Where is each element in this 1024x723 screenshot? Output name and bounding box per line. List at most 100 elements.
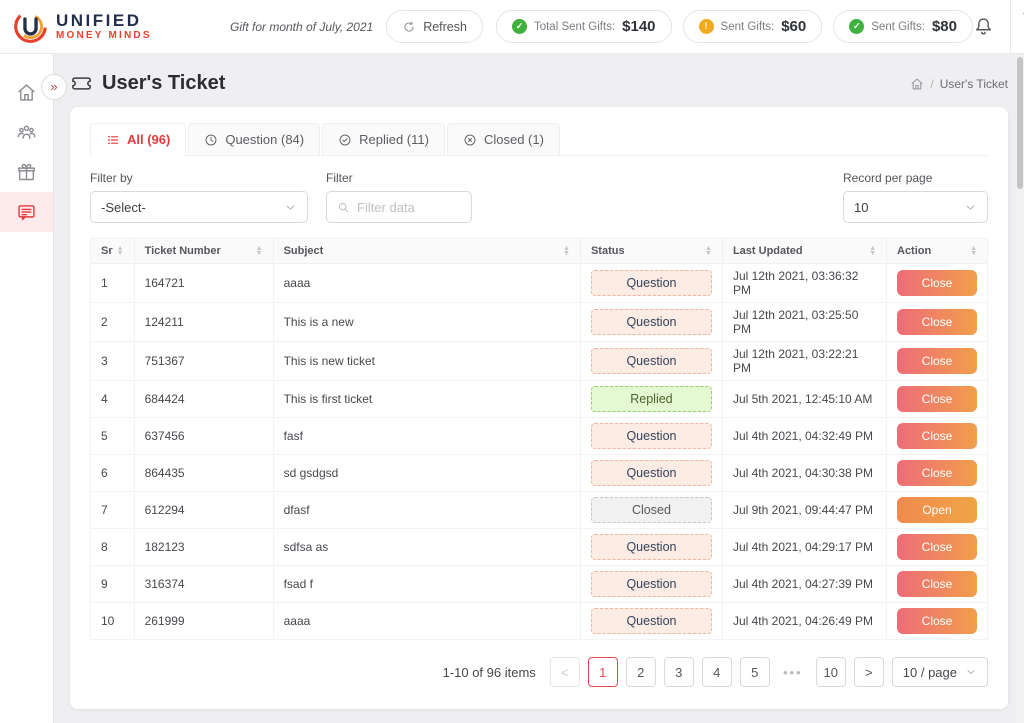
- page-title: User's Ticket: [102, 72, 225, 95]
- cell-last-updated: Jul 4th 2021, 04:27:39 PM: [722, 566, 886, 603]
- cell-subject: aaaa: [273, 603, 580, 640]
- close-ticket-button[interactable]: Close: [897, 571, 977, 597]
- status-badge: Question: [591, 608, 712, 634]
- filter-input[interactable]: [357, 200, 461, 215]
- tab-closed[interactable]: Closed (1): [447, 123, 560, 155]
- gift-icon: [16, 162, 37, 183]
- table-row: 8 182123 sdfsa as Question Jul 4th 2021,…: [91, 529, 988, 566]
- table-row: 1 164721 aaaa Question Jul 12th 2021, 03…: [91, 264, 988, 303]
- close-ticket-button[interactable]: Close: [897, 423, 977, 449]
- cell-last-updated: Jul 4th 2021, 04:29:17 PM: [722, 529, 886, 566]
- cell-ticket-number: 124211: [134, 303, 273, 342]
- table-row: 9 316374 fsad f Question Jul 4th 2021, 0…: [91, 566, 988, 603]
- page-button-2[interactable]: 2: [626, 657, 656, 687]
- page-size-select[interactable]: 10 / page: [892, 657, 988, 687]
- status-badge: Question: [591, 270, 712, 296]
- close-ticket-button[interactable]: Close: [897, 309, 977, 335]
- filter-by-select[interactable]: -Select-: [90, 191, 308, 223]
- tab-all[interactable]: All (96): [90, 123, 186, 155]
- refresh-button[interactable]: Refresh: [386, 10, 483, 43]
- check-circle-icon: [338, 133, 352, 147]
- scrollbar-thumb[interactable]: [1017, 57, 1023, 189]
- page-button-4[interactable]: 4: [702, 657, 732, 687]
- gift-month-label: Gift for month of July, 2021: [230, 20, 373, 34]
- page-button-3[interactable]: 3: [664, 657, 694, 687]
- sidebar-item-users[interactable]: [0, 112, 53, 152]
- sidebar-item-tickets[interactable]: [0, 192, 53, 232]
- column-header-action[interactable]: Action ▲▼: [887, 239, 988, 264]
- check-circle-icon: ✓: [512, 19, 527, 34]
- home-icon[interactable]: [910, 77, 924, 91]
- cell-ticket-number: 684424: [134, 381, 273, 418]
- scrollbar[interactable]: [1016, 55, 1024, 723]
- cell-ticket-number: 751367: [134, 342, 273, 381]
- cell-last-updated: Jul 5th 2021, 12:45:10 AM: [722, 381, 886, 418]
- close-ticket-button[interactable]: Close: [897, 386, 977, 412]
- status-badge: Question: [591, 534, 712, 560]
- breadcrumb: / User's Ticket: [910, 77, 1008, 91]
- status-badge: Question: [591, 571, 712, 597]
- cell-sr: 1: [91, 264, 135, 303]
- close-ticket-button[interactable]: Close: [897, 608, 977, 634]
- column-header-ticket-number[interactable]: Ticket Number ▲▼: [134, 239, 273, 264]
- sort-icon: ▲▼: [563, 246, 570, 256]
- sort-icon: ▲▼: [256, 246, 263, 256]
- sort-icon: ▲▼: [117, 246, 124, 256]
- sidebar-collapse-toggle[interactable]: »: [41, 74, 67, 100]
- chevron-down-icon: [284, 201, 297, 214]
- column-header-status[interactable]: Status ▲▼: [580, 239, 722, 264]
- close-ticket-button[interactable]: Close: [897, 534, 977, 560]
- page-button-5[interactable]: 5: [740, 657, 770, 687]
- cell-last-updated: Jul 12th 2021, 03:22:21 PM: [722, 342, 886, 381]
- column-header-subject[interactable]: Subject ▲▼: [273, 239, 580, 264]
- cell-last-updated: Jul 9th 2021, 09:44:47 PM: [722, 492, 886, 529]
- cell-last-updated: Jul 12th 2021, 03:36:32 PM: [722, 264, 886, 303]
- record-per-page-select[interactable]: 10: [843, 191, 988, 223]
- cell-sr: 5: [91, 418, 135, 455]
- chevron-down-icon: [965, 666, 977, 678]
- filter-input-wrap: [326, 191, 472, 223]
- tab-question[interactable]: Question (84): [188, 123, 320, 155]
- cell-subject: dfasf: [273, 492, 580, 529]
- open-ticket-button[interactable]: Open: [897, 497, 977, 523]
- notifications-bell-icon[interactable]: [973, 16, 994, 37]
- tickets-table: Sr ▲▼Ticket Number ▲▼Subject ▲▼Status ▲▼…: [90, 238, 988, 640]
- status-badge: Closed: [591, 497, 712, 523]
- table-row: 5 637456 fasf Question Jul 4th 2021, 04:…: [91, 418, 988, 455]
- cell-subject: This is first ticket: [273, 381, 580, 418]
- column-header-last-updated[interactable]: Last Updated ▲▼: [722, 239, 886, 264]
- gift-summary-pills: ✓ Total Sent Gifts: $140 ! Sent Gifts: $6…: [496, 10, 973, 43]
- cell-last-updated: Jul 4th 2021, 04:26:49 PM: [722, 603, 886, 640]
- page-button-1[interactable]: 1: [588, 657, 618, 687]
- close-ticket-button[interactable]: Close: [897, 460, 977, 486]
- tab-replied[interactable]: Replied (11): [322, 123, 445, 155]
- status-tabs: All (96) Question (84) Replied (11) Clos…: [90, 123, 988, 156]
- prev-page-button: <: [550, 657, 580, 687]
- page-button-10[interactable]: 10: [816, 657, 846, 687]
- user-menu[interactable]: ADMINISTRATOR Yousuf Mushtaq ▾: [1010, 0, 1024, 54]
- status-badge: Question: [591, 460, 712, 486]
- users-icon: [16, 122, 37, 143]
- gift-pill: ! Sent Gifts: $60: [683, 10, 823, 43]
- table-row: 10 261999 aaaa Question Jul 4th 2021, 04…: [91, 603, 988, 640]
- sidebar-item-gifts[interactable]: [0, 152, 53, 192]
- cell-ticket-number: 316374: [134, 566, 273, 603]
- next-page-button[interactable]: >: [854, 657, 884, 687]
- sidebar: [0, 54, 54, 723]
- search-icon: [337, 201, 350, 214]
- close-ticket-button[interactable]: Close: [897, 348, 977, 374]
- close-ticket-button[interactable]: Close: [897, 270, 977, 296]
- cell-subject: sdfsa as: [273, 529, 580, 566]
- cell-subject: aaaa: [273, 264, 580, 303]
- cell-ticket-number: 864435: [134, 455, 273, 492]
- ticket-icon: [70, 72, 93, 95]
- gift-pill: ✓ Total Sent Gifts: $140: [496, 10, 672, 43]
- pagination: 1-10 of 96 items <12345•••10> 10 / page: [90, 657, 988, 687]
- logo-text-secondary: MONEY MINDS: [56, 30, 152, 41]
- table-row: 2 124211 This is a new Question Jul 12th…: [91, 303, 988, 342]
- cell-last-updated: Jul 4th 2021, 04:32:49 PM: [722, 418, 886, 455]
- column-header-sr[interactable]: Sr ▲▼: [91, 239, 135, 264]
- cell-sr: 10: [91, 603, 135, 640]
- table-row: 6 864435 sd gsdgsd Question Jul 4th 2021…: [91, 455, 988, 492]
- close-circle-icon: [463, 133, 477, 147]
